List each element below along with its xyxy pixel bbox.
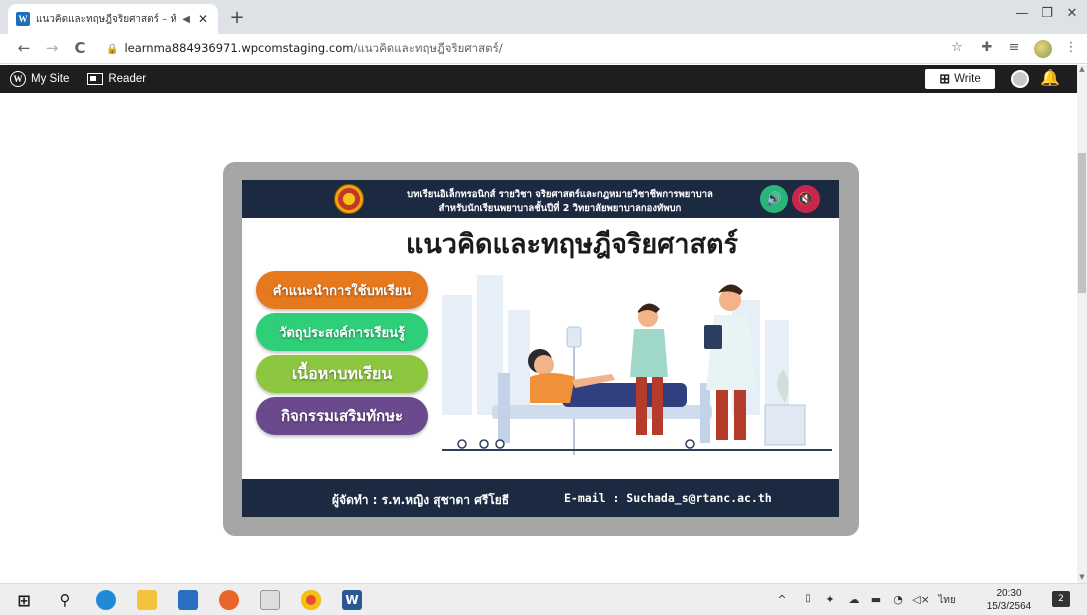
clock-date: 15/3/2564 bbox=[986, 601, 1032, 612]
browser-tab-strip: W แนวคิดและทฤษฎีจริยศาสตร์ – ห้อ ◀ ✕ + —… bbox=[0, 0, 1087, 34]
address-bar[interactable]: 🔒 learnma884936971.wpcomstaging.com/แนวค… bbox=[102, 38, 932, 60]
dropbox-icon[interactable]: ✦ bbox=[822, 593, 838, 606]
edge-icon[interactable] bbox=[96, 590, 116, 610]
wordpress-favicon-icon: W bbox=[16, 12, 30, 26]
reader-icon bbox=[87, 73, 104, 85]
url-text: learnma884936971.wpcomstaging.com/แนวคิด… bbox=[124, 40, 502, 58]
write-button[interactable]: ⊞ Write bbox=[925, 69, 995, 89]
reader-label: Reader bbox=[108, 73, 147, 85]
url-host: learnma884936971.wpcomstaging.com bbox=[124, 41, 354, 55]
wordpress-logo-icon: W bbox=[10, 71, 26, 87]
hospital-illustration bbox=[442, 275, 832, 455]
profile-icon[interactable] bbox=[1034, 40, 1052, 58]
lesson-header-line1: บทเรียนอิเล็กทรอนิกส์ รายวิชา จริยศาสตร์… bbox=[407, 189, 713, 200]
reader-link[interactable]: Reader bbox=[69, 73, 146, 85]
file-explorer-icon[interactable] bbox=[137, 590, 157, 610]
browser-tab-active[interactable]: W แนวคิดและทฤษฎีจริยศาสตร์ – ห้อ ◀ ✕ bbox=[8, 4, 218, 34]
menu-button-label: เนื้อหาบทเรียน bbox=[291, 363, 393, 383]
new-tab-button[interactable]: + bbox=[226, 7, 248, 28]
amazon-icon[interactable] bbox=[260, 590, 280, 610]
lesson-header-line2: สำหรับนักเรียนพยาบาลชั้นปีที่ 2 วิทยาลัย… bbox=[438, 203, 682, 214]
scroll-down-arrow-icon[interactable]: ▼ bbox=[1077, 573, 1087, 583]
language-indicator[interactable]: ไทย bbox=[934, 593, 960, 608]
scroll-up-arrow-icon[interactable]: ▲ bbox=[1077, 65, 1087, 75]
battery-icon[interactable]: ▬ bbox=[868, 593, 884, 606]
url-path: /แนวคิดและทฤษฎีจริยศาสตร์/ bbox=[353, 41, 503, 55]
reading-list-icon[interactable]: ≡ bbox=[1005, 40, 1023, 55]
close-window-button[interactable]: ✕ bbox=[1057, 6, 1087, 21]
notification-count: 2 bbox=[1058, 594, 1064, 604]
search-icon[interactable]: ⚲ bbox=[55, 590, 75, 610]
speaker-on-icon: 🔊 bbox=[765, 191, 783, 207]
my-site-label: My Site bbox=[31, 73, 70, 85]
write-label: Write bbox=[954, 73, 981, 85]
college-emblem-icon bbox=[334, 184, 364, 214]
footer-author: ผู้จัดทำ : ร.ท.หญิง สุชาดา ศรีโยธี bbox=[332, 493, 510, 507]
footer-email: E-mail : Suchada_s@rtanc.ac.th bbox=[564, 491, 772, 505]
menu-button-label: คำแนะนำการใช้บทเรียน bbox=[272, 283, 412, 299]
menu-button-instructions[interactable]: คำแนะนำการใช้บทเรียน bbox=[256, 271, 428, 309]
tab-close-icon[interactable]: ✕ bbox=[196, 12, 210, 26]
sound-off-button[interactable]: 🔇 bbox=[792, 185, 820, 213]
tab-title: แนวคิดและทฤษฎีจริยศาสตร์ – ห้อ bbox=[36, 13, 177, 25]
browser-toolbar: ← → C 🔒 learnma884936971.wpcomstaging.co… bbox=[0, 34, 1087, 64]
windows-taskbar: ⊞ ⚲ W ^ ▯ ✦ ☁ ▬ ◔ ◁× ไทย 20:30 15/3/2564… bbox=[0, 583, 1087, 615]
firefox-icon[interactable] bbox=[219, 590, 239, 610]
wordpress-admin-bar: W My Site Reader ⊞ Write 🔔 bbox=[0, 65, 1077, 93]
lesson-footer: ผู้จัดทำ : ร.ท.หญิง สุชาดา ศรีโยธี E-mai… bbox=[242, 479, 839, 517]
taskbar-clock[interactable]: 20:30 15/3/2564 bbox=[986, 587, 1032, 613]
volume-muted-icon[interactable]: ◁× bbox=[910, 593, 932, 606]
clock-time: 20:30 bbox=[996, 588, 1022, 599]
menu-icon[interactable]: ⋮ bbox=[1062, 40, 1080, 55]
wifi-icon[interactable]: ◔ bbox=[890, 593, 906, 606]
chrome-icon[interactable] bbox=[301, 590, 321, 610]
reload-button[interactable]: C bbox=[70, 39, 90, 57]
write-icon: ⊞ bbox=[939, 71, 951, 86]
menu-button-activities[interactable]: กิจกรรมเสริมทักษะ bbox=[256, 397, 428, 435]
menu-button-label: กิจกรรมเสริมทักษะ bbox=[280, 407, 404, 425]
forward-button[interactable]: → bbox=[42, 39, 62, 57]
mail-icon[interactable] bbox=[178, 590, 198, 610]
user-avatar[interactable] bbox=[1011, 70, 1029, 88]
speaker-mute-icon: 🔇 bbox=[797, 191, 815, 207]
menu-button-label: วัตถุประสงค์การเรียนรู้ bbox=[279, 325, 405, 341]
scroll-thumb[interactable] bbox=[1078, 153, 1086, 293]
sound-on-button[interactable]: 🔊 bbox=[760, 185, 788, 213]
extensions-icon[interactable]: ✚ bbox=[978, 40, 996, 55]
menu-button-objectives[interactable]: วัตถุประสงค์การเรียนรู้ bbox=[256, 313, 428, 351]
windows-start-icon[interactable]: ⊞ bbox=[14, 590, 34, 610]
tab-audio-icon[interactable]: ◀ bbox=[182, 14, 190, 25]
lock-icon[interactable]: 🔒 bbox=[106, 44, 118, 55]
star-icon[interactable]: ☆ bbox=[948, 40, 966, 55]
lesson-slide: บทเรียนอิเล็กทรอนิกส์ รายวิชา จริยศาสตร์… bbox=[242, 180, 839, 517]
my-site-link[interactable]: W My Site bbox=[0, 71, 69, 87]
tray-chevron-icon[interactable]: ^ bbox=[774, 593, 790, 606]
cloud-icon[interactable]: ☁ bbox=[846, 593, 862, 606]
page-scrollbar[interactable]: ▲ ▼ bbox=[1077, 65, 1087, 583]
lesson-header: บทเรียนอิเล็กทรอนิกส์ รายวิชา จริยศาสตร์… bbox=[242, 180, 839, 218]
word-icon[interactable]: W bbox=[342, 590, 362, 610]
back-button[interactable]: ← bbox=[14, 39, 34, 57]
tray-device-icon[interactable]: ▯ bbox=[800, 593, 816, 604]
action-center-button[interactable]: 2 bbox=[1052, 591, 1070, 607]
menu-button-content[interactable]: เนื้อหาบทเรียน bbox=[256, 355, 428, 393]
notifications-bell-icon[interactable]: 🔔 bbox=[1040, 68, 1060, 87]
